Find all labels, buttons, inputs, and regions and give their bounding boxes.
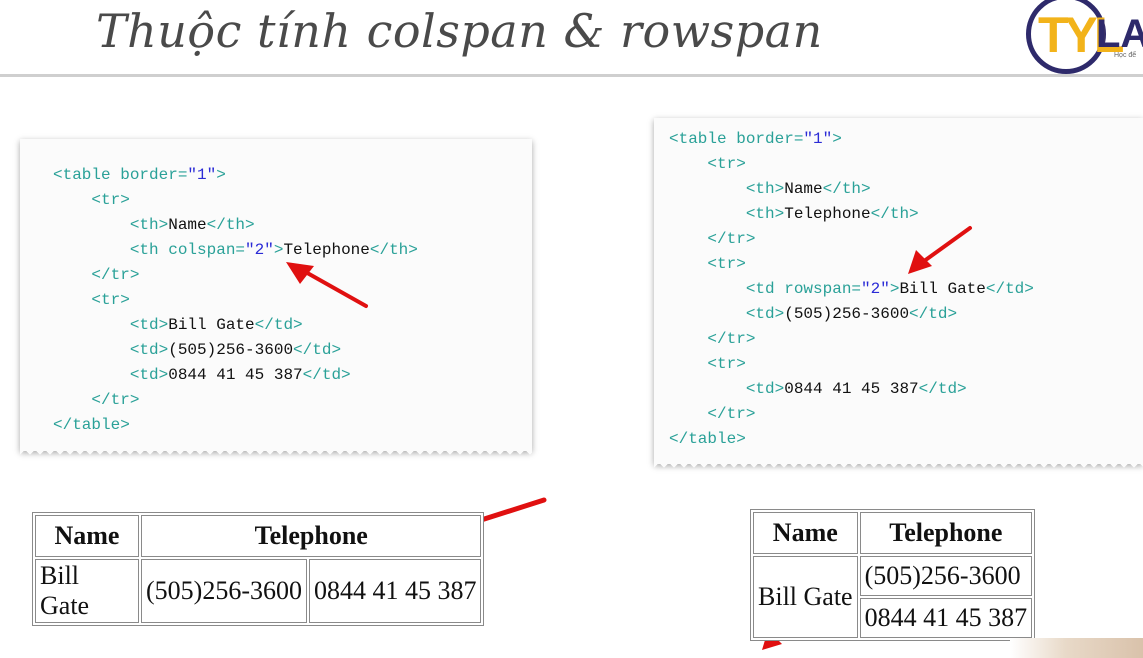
- code-token: <th colspan=: [129, 241, 246, 259]
- table-row: Bill Gate (505)256-3600: [753, 556, 1033, 638]
- code-token: <td rowspan=: [745, 280, 862, 298]
- table-cell: Bill Gate: [35, 559, 139, 623]
- code-attr-value: "1": [187, 166, 217, 184]
- table-header-telephone: Telephone: [859, 512, 1033, 554]
- code-token: </td>: [909, 305, 958, 323]
- code-token: </tr>: [91, 266, 140, 284]
- code-text: (505)256-3600: [168, 341, 294, 359]
- code-token: </table>: [669, 430, 746, 448]
- code-token: <th>: [129, 216, 169, 234]
- slide-title: Thuộc tính colspan & rowspan: [96, 4, 823, 58]
- code-token: </td>: [302, 366, 351, 384]
- code-token: <tr>: [91, 191, 130, 209]
- table-cell: (505)256-3600: [141, 559, 307, 623]
- code-token: </tr>: [91, 391, 140, 409]
- code-token: >: [273, 241, 284, 259]
- table-row: Name Telephone: [753, 512, 1033, 554]
- code-token: <td>: [129, 316, 169, 334]
- code-token: </th>: [870, 205, 919, 223]
- code-token: <table border=: [53, 166, 188, 184]
- arrow-to-colspan-icon: [286, 262, 368, 308]
- table-cell-rowspan: Bill Gate: [753, 556, 858, 638]
- code-attr-value: "1": [803, 130, 833, 148]
- code-text: Bill Gate: [168, 316, 255, 334]
- code-token: >: [216, 166, 226, 184]
- table-header-name: Name: [35, 515, 139, 557]
- code-token: <tr>: [707, 155, 746, 173]
- code-token: <table border=: [669, 130, 804, 148]
- code-token: </th>: [206, 216, 255, 234]
- code-token: <tr>: [91, 291, 130, 309]
- colspan-result-table: Name Telephone Bill Gate (505)256-3600 0…: [32, 512, 485, 626]
- table-cell: 0844 41 45 387: [308, 559, 482, 623]
- table-cell: 0844 41 45 387: [859, 598, 1033, 638]
- code-token: </tr>: [707, 230, 756, 248]
- code-token: <tr>: [707, 255, 746, 273]
- brand-logo: TYL LA Học để: [1024, 0, 1143, 80]
- code-token: <tr>: [707, 355, 746, 373]
- code-text: Bill Gate: [899, 280, 986, 298]
- code-token: </td>: [293, 341, 342, 359]
- code-token: <th>: [745, 180, 785, 198]
- table-header-name: Name: [753, 512, 858, 554]
- table-row: Name Telephone: [35, 515, 482, 557]
- logo-suffix: LA: [1096, 12, 1143, 56]
- code-token: </th>: [369, 241, 418, 259]
- table-header-telephone: Telephone: [141, 515, 482, 557]
- code-token: </td>: [918, 380, 967, 398]
- colspan-code-snippet: <table border="1"> <tr> <th>Name</th> <t…: [20, 139, 532, 457]
- code-token: <td>: [129, 366, 169, 384]
- code-token: <td>: [129, 341, 169, 359]
- code-text: Telephone: [283, 241, 370, 259]
- code-token: </td>: [985, 280, 1034, 298]
- code-text: (505)256-3600: [784, 305, 910, 323]
- code-token: </td>: [254, 316, 303, 334]
- code-text: Name: [784, 180, 823, 198]
- code-text: Telephone: [784, 205, 871, 223]
- presenter-photo-edge: [1010, 638, 1143, 658]
- rowspan-code: <table border="1"> <tr> <th>Name</th> <t…: [669, 127, 1034, 452]
- rowspan-result-table: Name Telephone Bill Gate (505)256-3600 0…: [750, 509, 1036, 641]
- code-token: <th>: [745, 205, 785, 223]
- code-token: </tr>: [707, 405, 756, 423]
- code-token: >: [889, 280, 900, 298]
- code-text: 0844 41 45 387: [168, 366, 303, 384]
- code-token: <td>: [745, 380, 785, 398]
- code-token: <td>: [745, 305, 785, 323]
- table-cell: (505)256-3600: [859, 556, 1033, 596]
- code-attr-value: "2": [245, 241, 274, 259]
- code-token: </th>: [822, 180, 871, 198]
- code-token: </table>: [53, 416, 130, 434]
- table-row: Bill Gate (505)256-3600 0844 41 45 387: [35, 559, 482, 623]
- code-token: >: [832, 130, 842, 148]
- logo-tagline: Học để: [1114, 52, 1137, 59]
- code-text: Name: [168, 216, 207, 234]
- title-divider: [0, 74, 1143, 77]
- code-attr-value: "2": [861, 280, 890, 298]
- code-token: </tr>: [707, 330, 756, 348]
- rowspan-code-snippet: <table border="1"> <tr> <th>Name</th> <t…: [654, 118, 1143, 470]
- code-text: 0844 41 45 387: [784, 380, 919, 398]
- arrow-to-rowspan-icon: [908, 226, 972, 274]
